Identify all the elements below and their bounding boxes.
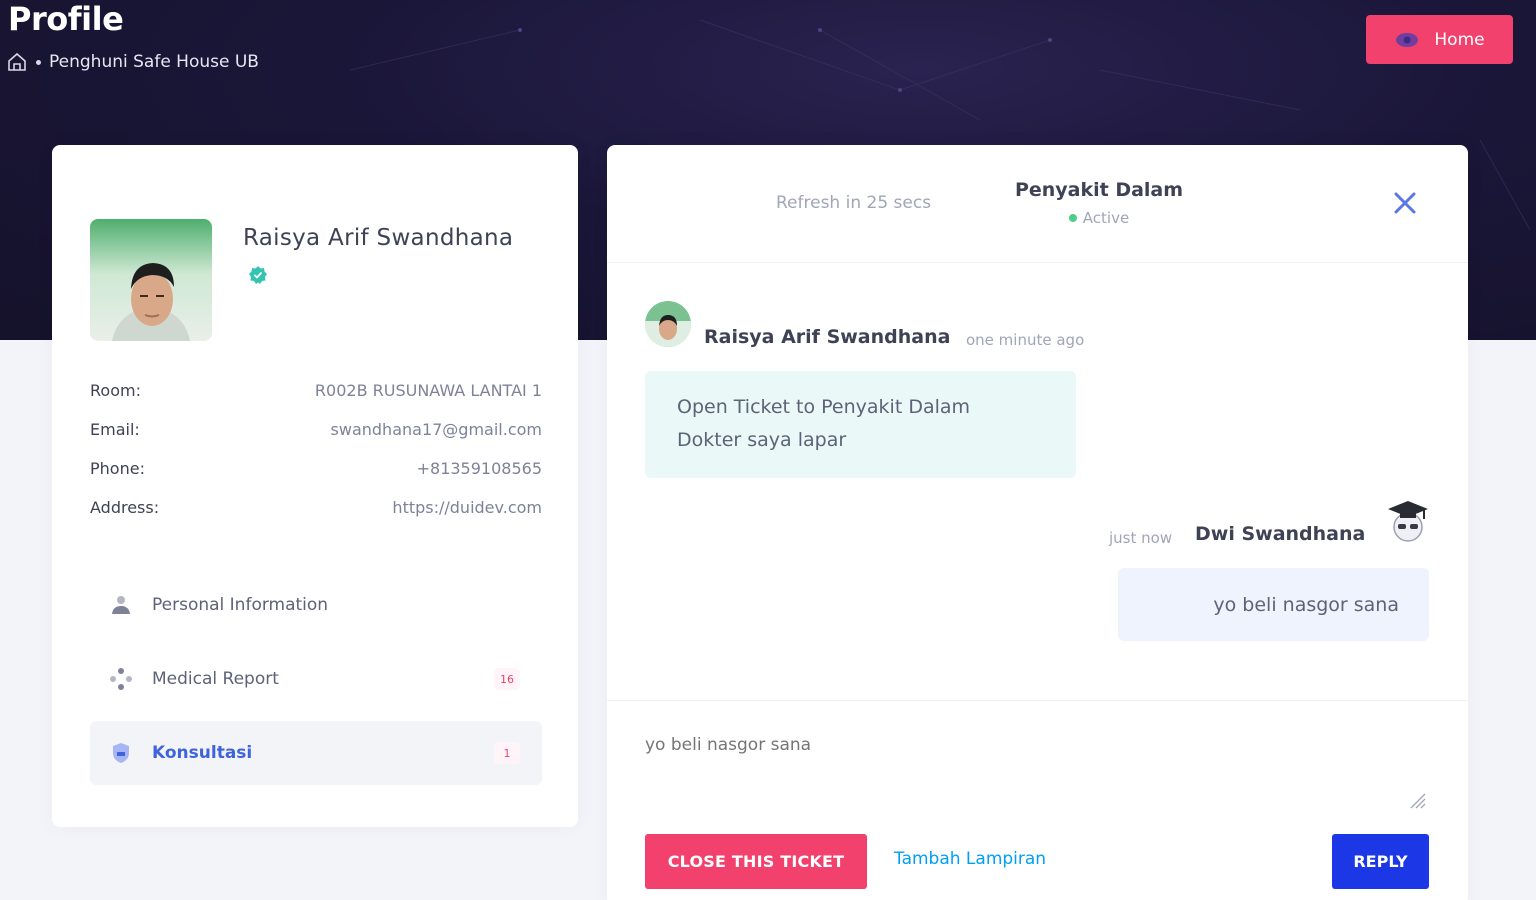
info-row-email: Email: swandhana17@gmail.com	[90, 420, 542, 439]
chat-card: Refresh in 25 secs Penyakit Dalam Active…	[607, 145, 1468, 900]
reply-time: just now	[1109, 529, 1173, 547]
nav-personal-information[interactable]: Personal Information	[90, 573, 542, 637]
chat-title: Penyakit Dalam	[1014, 179, 1184, 201]
home-button-label: Home	[1434, 29, 1485, 50]
reply-button[interactable]: REPLY	[1332, 834, 1429, 889]
user-icon	[108, 592, 134, 618]
info-row-phone: Phone: +81359108565	[90, 459, 542, 478]
email-value: swandhana17@gmail.com	[330, 420, 542, 439]
add-attachment-link[interactable]: Tambah Lampiran	[894, 849, 1046, 869]
nav-medical-report[interactable]: Medical Report 16	[90, 647, 542, 711]
breadcrumb: Penghuni Safe House UB	[6, 52, 259, 72]
room-label: Room:	[90, 381, 141, 400]
eye-icon	[1396, 32, 1419, 47]
resize-handle-icon[interactable]	[1408, 791, 1426, 809]
home-icon[interactable]	[6, 52, 28, 72]
message-line: Dokter saya lapar	[677, 429, 847, 451]
info-row-room: Room: R002B RUSUNAWA LANTAI 1	[90, 381, 542, 400]
room-value: R002B RUSUNAWA LANTAI 1	[314, 381, 542, 400]
nav-label-personal-information: Personal Information	[152, 595, 329, 615]
reply-message-text: yo beli nasgor sana	[1213, 593, 1399, 616]
message-line: Open Ticket to Penyakit Dalam	[677, 396, 971, 418]
chat-status-label: Active	[1082, 209, 1130, 227]
email-label: Email:	[90, 420, 140, 439]
incoming-message-bubble: Open Ticket to Penyakit Dalam Dokter say…	[645, 371, 1076, 478]
reply-sender-name: Dwi Swandhana	[1195, 523, 1366, 545]
nav-label-konsultasi: Konsultasi	[152, 743, 253, 763]
close-icon[interactable]	[1389, 187, 1421, 219]
nav-konsultasi[interactable]: Konsultasi 1	[90, 721, 542, 785]
konsultasi-badge: 1	[494, 742, 520, 764]
reply-textarea[interactable]	[645, 735, 1430, 815]
nav-label-medical-report: Medical Report	[152, 669, 279, 689]
shield-icon	[108, 740, 134, 766]
page-title: Profile	[8, 0, 124, 38]
sender-avatar	[645, 301, 691, 347]
medical-report-badge: 16	[494, 668, 520, 690]
phone-label: Phone:	[90, 459, 145, 478]
graduate-avatar-icon	[1388, 501, 1428, 542]
close-ticket-button[interactable]: CLOSE THIS TICKET	[645, 834, 867, 889]
medical-icon	[108, 666, 134, 692]
profile-avatar	[90, 219, 212, 341]
chat-divider	[607, 700, 1468, 701]
address-label: Address:	[90, 498, 160, 517]
info-row-address: Address: https://duidev.com	[90, 498, 542, 517]
status-dot	[1068, 214, 1077, 222]
breadcrumb-item[interactable]: Penghuni Safe House UB	[49, 52, 259, 72]
profile-card: Raisya Arif Swandhana Room: R002B RUSUNA…	[52, 145, 578, 827]
address-value[interactable]: https://duidev.com	[392, 498, 542, 517]
phone-value: +81359108565	[416, 459, 542, 478]
message-sender-name: Raisya Arif Swandhana	[704, 326, 951, 348]
chat-header: Refresh in 25 secs Penyakit Dalam Active	[607, 145, 1468, 263]
message-time: one minute ago	[966, 331, 1085, 349]
refresh-countdown: Refresh in 25 secs	[776, 193, 932, 213]
breadcrumb-separator	[36, 59, 41, 65]
profile-name: Raisya Arif Swandhana	[243, 225, 514, 251]
verified-icon	[249, 266, 267, 284]
home-button[interactable]: Home	[1366, 15, 1513, 64]
chat-status: Active	[999, 209, 1199, 227]
outgoing-message-bubble: yo beli nasgor sana	[1118, 568, 1429, 641]
